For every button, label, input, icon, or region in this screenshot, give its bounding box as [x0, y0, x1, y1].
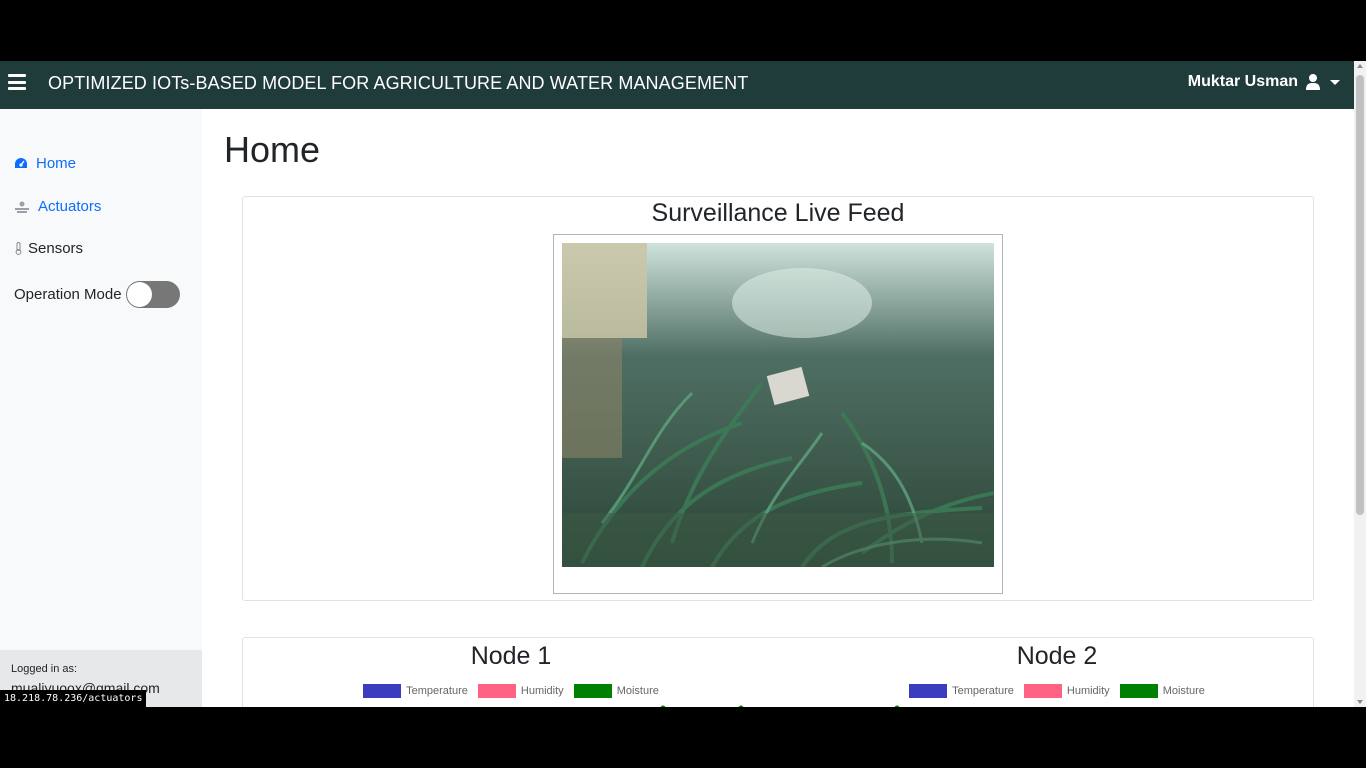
chart-legend: Temperature Humidity Moisture: [789, 684, 1325, 698]
legend-item-moisture[interactable]: Moisture: [573, 684, 659, 698]
actuator-icon: [14, 200, 30, 214]
node-title: Node 2: [1016, 642, 1098, 670]
scroll-down-arrow-icon[interactable]: [1357, 700, 1363, 704]
operation-mode-toggle[interactable]: [125, 281, 180, 308]
node-1-chart: Node 1 Temperature Humidity Moisture 100: [243, 638, 779, 707]
main-content: Home Surveillance Live Feed Node 1 Tempe…: [202, 109, 1354, 707]
sidebar-item-sensors[interactable]: Sensors: [14, 240, 83, 257]
scroll-up-arrow-icon[interactable]: [1357, 64, 1363, 68]
legend-item-temperature[interactable]: Temperature: [909, 684, 1014, 698]
feed-frame: [553, 234, 1003, 594]
menu-toggle-icon[interactable]: [8, 74, 26, 90]
sidebar-item-home[interactable]: Home: [14, 155, 76, 172]
sidebar-item-label: Sensors: [28, 240, 84, 257]
page-title: Home: [224, 129, 321, 170]
nodes-card: Node 1 Temperature Humidity Moisture 100…: [242, 637, 1314, 707]
chevron-down-icon: [1330, 79, 1340, 85]
scrollbar-thumb[interactable]: [1356, 75, 1364, 515]
operation-mode-label: Operation Mode: [14, 286, 122, 303]
sidebar: Home Actuators Sensors Operation Mode Lo…: [0, 109, 202, 707]
live-feed-image: [562, 243, 994, 567]
sidebar-item-actuators[interactable]: Actuators: [14, 198, 101, 215]
page-scrollbar[interactable]: [1354, 61, 1366, 707]
app-viewport: OPTIMIZED IOTs-BASED MODEL FOR AGRICULTU…: [0, 61, 1366, 707]
user-menu-dropdown[interactable]: Muktar Usman: [1188, 73, 1340, 91]
node-2-chart: Node 2 Temperature Humidity Moisture 100: [789, 638, 1325, 707]
toggle-knob: [126, 282, 152, 307]
legend-item-humidity[interactable]: Humidity: [1023, 684, 1110, 698]
app-title: OPTIMIZED IOTs-BASED MODEL FOR AGRICULTU…: [48, 73, 749, 93]
node-title: Node 1: [470, 642, 552, 670]
surveillance-card: Surveillance Live Feed: [242, 196, 1314, 601]
operation-mode: Operation Mode: [14, 281, 180, 308]
sidebar-item-label: Actuators: [38, 198, 102, 215]
sidebar-item-label: Home: [36, 155, 77, 172]
legend-item-moisture[interactable]: Moisture: [1119, 684, 1205, 698]
logged-in-label: Logged in as:: [11, 663, 78, 675]
chart-line: [894, 705, 900, 707]
legend-item-humidity[interactable]: Humidity: [477, 684, 564, 698]
chart-line: [660, 705, 744, 707]
dashboard-icon: [14, 157, 28, 171]
feed-title: Surveillance Live Feed: [651, 199, 905, 227]
top-navbar: OPTIMIZED IOTs-BASED MODEL FOR AGRICULTU…: [0, 61, 1354, 109]
legend-item-temperature[interactable]: Temperature: [363, 684, 468, 698]
thermometer-icon: [14, 242, 22, 256]
user-icon: [1306, 74, 1320, 90]
chart-legend: Temperature Humidity Moisture: [243, 684, 779, 698]
status-bar-url: 18.218.78.236/actuators: [0, 690, 147, 707]
user-name: Muktar Usman: [1187, 73, 1298, 90]
